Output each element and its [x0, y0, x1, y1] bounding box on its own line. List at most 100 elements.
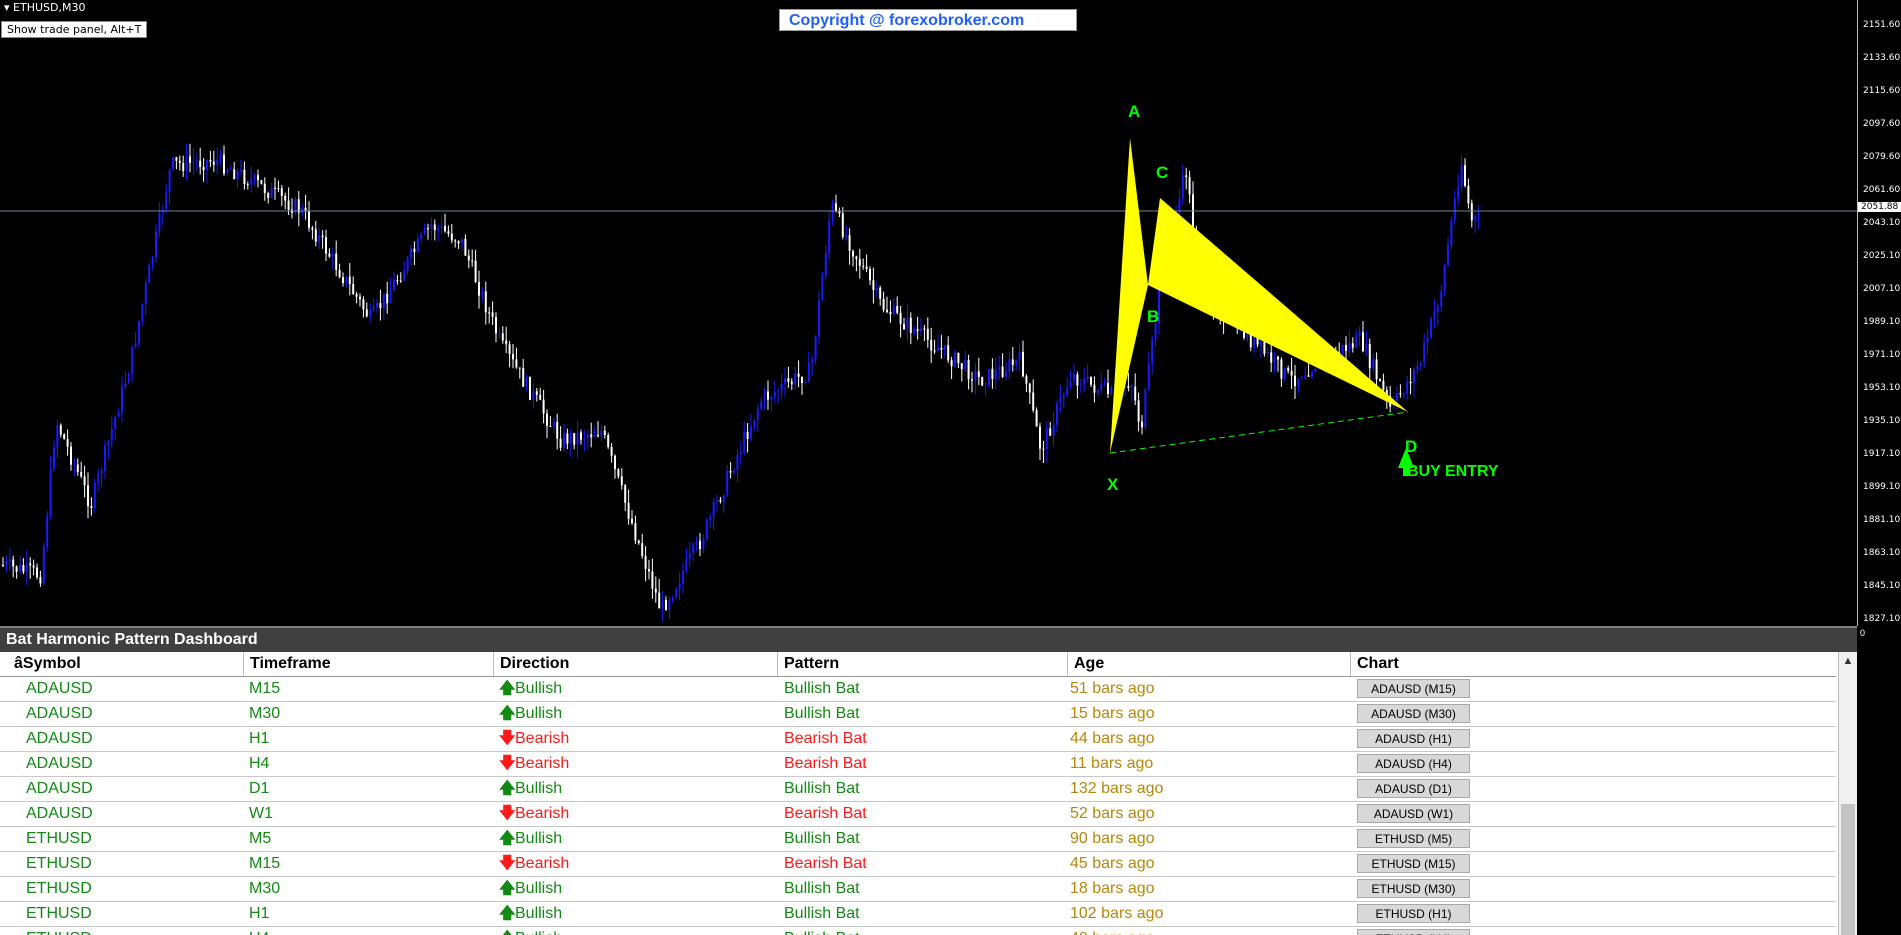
candle-body — [19, 564, 21, 572]
candle-body — [277, 187, 280, 189]
candle-body — [807, 362, 810, 382]
candle-body — [651, 571, 654, 589]
candle-body — [437, 227, 440, 230]
open-chart-button[interactable]: ADAUSD (D1) — [1357, 779, 1470, 798]
candle-body — [1035, 410, 1038, 427]
header-age[interactable]: Age — [1067, 652, 1350, 676]
candle-body — [682, 570, 684, 584]
open-chart-button[interactable]: ADAUSD (H1) — [1357, 729, 1470, 748]
cell-age: 11 bars ago — [1070, 755, 1154, 772]
candle-body — [450, 233, 453, 241]
price-chart[interactable]: X A B C D BUY ENTRY ▾ ETHUSD,M30 Show trade p… — [0, 0, 1901, 628]
open-chart-button[interactable]: ADAUSD (H4) — [1357, 754, 1470, 773]
candle-body — [750, 426, 752, 440]
vertical-scrollbar[interactable]: ▲ — [1838, 652, 1857, 935]
cell-direction: 🡇Bearish — [493, 727, 569, 751]
candle-body — [1409, 381, 1412, 384]
candle-body — [637, 540, 640, 544]
open-chart-button[interactable]: ETHUSD (M30) — [1357, 879, 1470, 898]
table-row: ETHUSD H1 🡅Bullish Bullish Bat 102 bars ago E… — [0, 902, 1836, 927]
show-trade-panel-tooltip[interactable]: Show trade panel, Alt+T — [1, 21, 148, 38]
table-row: ADAUSD M15 🡅Bullish Bullish Bat 51 bars ago A… — [0, 677, 1836, 702]
candle-body — [1304, 375, 1307, 379]
candle-body — [722, 495, 725, 502]
header-direction[interactable]: Direction — [493, 652, 777, 676]
direction-text: Bullish — [515, 930, 562, 935]
candle-body — [641, 543, 644, 557]
candle-body — [896, 306, 899, 313]
cell-symbol: ADAUSD — [26, 755, 93, 772]
candle-body — [1399, 393, 1402, 395]
open-chart-button[interactable]: ETHUSD (H4) — [1357, 929, 1470, 935]
cell-symbol: ADAUSD — [26, 705, 93, 722]
candle-body — [1406, 381, 1409, 395]
candle-body — [1382, 380, 1385, 391]
candle-body — [8, 559, 11, 562]
open-chart-button[interactable]: ETHUSD (M5) — [1357, 829, 1470, 848]
cell-symbol: ADAUSD — [26, 730, 93, 747]
header-timeframe[interactable]: Timeframe — [243, 652, 493, 676]
candle-body — [984, 385, 987, 387]
symbol-title[interactable]: ▾ ETHUSD,M30 — [4, 1, 85, 14]
candle-body — [382, 293, 385, 309]
candle-body — [359, 296, 361, 300]
candle-body — [1086, 376, 1089, 380]
candle-body — [474, 260, 477, 282]
candle-body — [529, 376, 531, 400]
header-chart[interactable]: Chart — [1350, 652, 1836, 676]
scroll-up-icon[interactable]: ▲ — [1839, 652, 1857, 670]
open-chart-button[interactable]: ETHUSD (M15) — [1357, 854, 1470, 873]
cell-symbol: ADAUSD — [26, 805, 93, 822]
candle-body — [821, 275, 824, 301]
candle-body — [930, 339, 933, 351]
candle-body — [287, 200, 290, 210]
candle-body — [933, 350, 936, 352]
candle-body — [406, 257, 409, 271]
candle-body — [1416, 365, 1419, 370]
candle-body — [1419, 362, 1422, 366]
candle-body — [93, 482, 96, 509]
candle-body — [216, 159, 219, 165]
candle-body — [1103, 383, 1106, 385]
candle-body — [318, 235, 321, 242]
candle-body — [879, 287, 882, 299]
candle-body — [770, 397, 773, 400]
candle-body — [964, 359, 967, 370]
candle-body — [192, 161, 195, 163]
candle-body — [1073, 374, 1075, 381]
candle-body — [257, 175, 259, 181]
price-label: 1917.10 — [1863, 449, 1901, 459]
open-chart-button[interactable]: ETHUSD (H1) — [1357, 904, 1470, 923]
candle-body — [1181, 175, 1184, 199]
scroll-thumb[interactable] — [1841, 804, 1855, 935]
open-chart-button[interactable]: ADAUSD (W1) — [1357, 804, 1470, 823]
candle-body — [576, 432, 579, 445]
candle-body — [512, 354, 514, 360]
candle-body — [1001, 366, 1004, 377]
candle-body — [29, 563, 32, 566]
candle-body — [172, 157, 174, 170]
cell-age: 44 bars ago — [1070, 730, 1155, 747]
header-pattern[interactable]: Pattern — [777, 652, 1067, 676]
table-row: ETHUSD M15 🡇Bearish Bearish Bat 45 bars ago E… — [0, 852, 1836, 877]
candle-body — [372, 306, 375, 310]
open-chart-button[interactable]: ADAUSD (M30) — [1357, 704, 1470, 723]
candle-body — [53, 447, 55, 469]
candle-body — [430, 224, 433, 229]
candle-body — [831, 203, 834, 221]
cell-direction: 🡇Bearish — [493, 752, 569, 776]
candle-body — [87, 485, 89, 507]
header-symbol[interactable]: âSymbol — [8, 652, 244, 676]
candle-body — [654, 588, 657, 593]
candle-body — [1297, 378, 1300, 387]
arrow-up-icon: 🡅 — [499, 880, 516, 897]
candle-body — [620, 476, 623, 486]
direction-text: Bullish — [515, 680, 563, 697]
open-chart-button[interactable]: ADAUSD (M15) — [1357, 679, 1470, 698]
candle-body — [1270, 352, 1273, 363]
candle-body — [1464, 165, 1466, 186]
candle-body — [1090, 376, 1092, 385]
candle-body — [1134, 386, 1137, 401]
candle-body — [396, 280, 399, 282]
candle-body — [610, 446, 613, 456]
